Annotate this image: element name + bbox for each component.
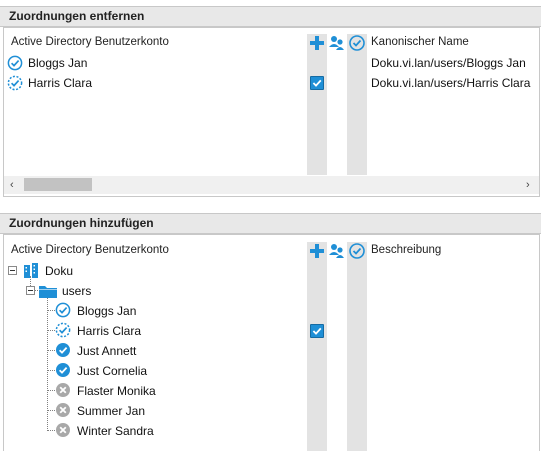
x-circle-icon <box>56 423 70 437</box>
users-icon[interactable] <box>328 34 346 52</box>
remove-col-account: Active Directory Benutzerkonto <box>11 36 169 48</box>
add-col-description: Beschreibung <box>371 244 442 256</box>
remove-add-column <box>307 34 327 175</box>
add-add-column <box>307 242 327 451</box>
remove-col-canonical: Kanonischer Name <box>371 36 469 48</box>
x-circle-icon <box>56 403 70 417</box>
check-circle-dashed-icon <box>7 75 23 91</box>
tree-user-label[interactable]: Bloggs Jan <box>77 304 136 318</box>
domain-building-icon <box>24 263 38 278</box>
remove-panel <box>3 27 540 197</box>
tree-user-label[interactable]: Winter Sandra <box>77 424 154 438</box>
remove-section-header: Zuordnungen entfernen <box>0 6 541 27</box>
tree-user-label[interactable]: Flaster Monika <box>77 384 156 398</box>
tree-line <box>47 410 55 411</box>
check-circle-dashed-icon <box>55 322 71 338</box>
remove-row-canonical: Doku.vi.lan/users/Harris Clara <box>371 76 531 90</box>
add-panel <box>3 234 540 451</box>
collapse-toggle-root[interactable] <box>8 266 17 275</box>
check-circle-icon <box>7 55 23 71</box>
remove-row-name: Harris Clara <box>28 76 93 90</box>
tree-line <box>47 310 55 311</box>
tree-user-label[interactable]: Summer Jan <box>77 404 145 418</box>
remove-status-column <box>347 34 367 175</box>
plus-icon[interactable] <box>308 34 326 52</box>
checkmark-icon <box>312 327 322 335</box>
tree-user-label[interactable]: Just Cornelia <box>77 364 147 378</box>
tree-line <box>47 330 55 331</box>
add-status-column <box>347 242 367 451</box>
folder-icon <box>39 286 57 298</box>
remove-row-checkbox[interactable] <box>310 76 324 90</box>
tree-line <box>47 350 55 351</box>
tree-root-label[interactable]: Doku <box>45 264 73 278</box>
tree-user-label[interactable]: Harris Clara <box>77 324 141 338</box>
collapse-toggle-folder[interactable] <box>26 286 35 295</box>
remove-row-canonical: Doku.vi.lan/users/Bloggs Jan <box>371 56 526 70</box>
tree-line <box>47 370 55 371</box>
add-col-account: Active Directory Benutzerkonto <box>11 244 169 256</box>
users-icon[interactable] <box>328 242 346 260</box>
tree-folder-label[interactable]: users <box>62 284 91 298</box>
scroll-left-arrow-icon[interactable]: ‹ <box>10 179 14 191</box>
sync-check-icon[interactable] <box>348 242 366 260</box>
tree-user-label[interactable]: Just Annett <box>77 344 136 358</box>
check-circle-filled-icon <box>56 363 70 377</box>
check-circle-outline-icon <box>55 302 71 318</box>
sync-check-icon[interactable] <box>348 34 366 52</box>
add-row-checkbox[interactable] <box>310 324 324 338</box>
tree-line <box>47 430 55 431</box>
remove-row-name: Bloggs Jan <box>28 56 88 70</box>
check-circle-filled-icon <box>56 343 70 357</box>
scroll-right-arrow-icon[interactable]: › <box>526 179 530 191</box>
scrollbar-thumb[interactable] <box>24 178 92 191</box>
tree-line <box>47 390 55 391</box>
x-circle-icon <box>56 383 70 397</box>
add-section-header: Zuordnungen hinzufügen <box>0 213 541 234</box>
plus-icon[interactable] <box>308 242 326 260</box>
checkmark-icon <box>312 79 322 87</box>
